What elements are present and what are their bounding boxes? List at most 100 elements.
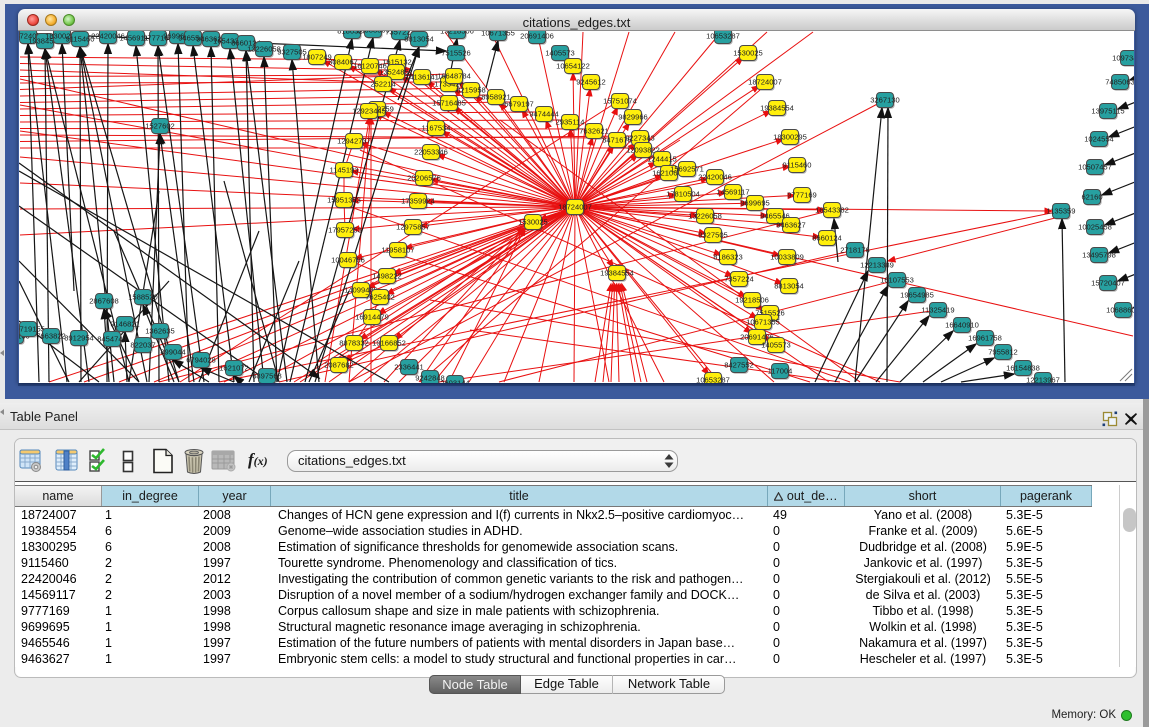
svg-text:1621072: 1621072 (219, 364, 249, 373)
svg-text:19384554: 19384554 (600, 269, 634, 278)
svg-text:7625402: 7625402 (365, 293, 395, 302)
svg-text:13975115: 13975115 (1091, 107, 1124, 116)
svg-text:1145193: 1145193 (330, 166, 359, 175)
svg-text:17957253: 17957253 (328, 226, 362, 235)
svg-text:9463627: 9463627 (776, 221, 806, 230)
svg-text:1362635: 1362635 (145, 327, 175, 336)
svg-text:6679197: 6679197 (504, 100, 534, 109)
svg-text:12213967: 12213967 (1026, 376, 1060, 383)
svg-text:8813054: 8813054 (774, 282, 804, 291)
svg-text:15951353: 15951353 (327, 196, 361, 205)
svg-text:10653287: 10653287 (696, 376, 730, 383)
svg-text:2603144: 2603144 (440, 379, 470, 383)
svg-text:16961758: 16961758 (968, 334, 1002, 343)
svg-text:9115460: 9115460 (783, 161, 812, 170)
svg-text:16640910: 16640910 (945, 321, 979, 330)
svg-text:7632621: 7632621 (579, 127, 609, 136)
svg-text:7663822: 7663822 (36, 332, 66, 341)
svg-text:9699695: 9699695 (740, 199, 770, 208)
svg-text:9829966: 9829966 (618, 113, 648, 122)
svg-text:12923445: 12923445 (352, 107, 386, 116)
svg-text:19218506: 19218506 (735, 296, 769, 305)
svg-text:19166852: 19166852 (372, 339, 406, 348)
svg-text:6897568: 6897568 (252, 372, 282, 381)
svg-text:7485063: 7485063 (1105, 78, 1134, 87)
svg-text:13495798: 13495798 (1082, 251, 1116, 260)
svg-text:1405573: 1405573 (545, 49, 575, 58)
svg-text:1135359: 1135359 (1047, 207, 1076, 216)
svg-text:13226058: 13226058 (247, 45, 281, 54)
svg-text:18724007: 18724007 (748, 78, 782, 87)
svg-text:10973493: 10973493 (1112, 54, 1134, 63)
svg-text:10688609: 10688609 (1106, 306, 1134, 315)
svg-text:12975857: 12975857 (396, 223, 430, 232)
svg-text:1024554: 1024554 (1084, 135, 1114, 144)
svg-text:10046766: 10046766 (331, 256, 365, 265)
svg-text:2087682: 2087682 (324, 361, 354, 370)
svg-text:7357224: 7357224 (724, 275, 754, 284)
svg-text:2935114: 2935114 (556, 118, 585, 127)
svg-text:17810504: 17810504 (666, 190, 700, 199)
svg-text:62160: 62160 (1081, 193, 1102, 202)
svg-text:252214: 252214 (370, 80, 395, 89)
svg-text:14569117: 14569117 (716, 188, 749, 197)
svg-text:18724007: 18724007 (558, 203, 592, 212)
svg-text:117004: 117004 (768, 367, 793, 376)
svg-text:899044: 899044 (160, 348, 185, 357)
svg-text:7515526: 7515526 (441, 49, 471, 58)
svg-text:16648784: 16648784 (437, 72, 471, 81)
svg-text:19654985: 19654985 (900, 291, 934, 300)
svg-text:10653287: 10653287 (706, 32, 740, 41)
svg-text:6794028: 6794028 (186, 356, 216, 365)
svg-text:1244415: 1244415 (647, 155, 677, 164)
svg-text:15716485: 15716485 (432, 99, 466, 108)
svg-text:19218506: 19218506 (440, 31, 474, 36)
svg-text:10671355: 10671355 (746, 318, 780, 327)
svg-text:11958107: 11958107 (381, 246, 414, 255)
svg-text:1530025: 1530025 (518, 218, 548, 227)
svg-text:822037: 822037 (130, 341, 155, 350)
svg-text:17359924: 17359924 (401, 197, 435, 206)
svg-text:10671355: 10671355 (481, 31, 515, 38)
svg-text:15751074: 15751074 (603, 97, 637, 106)
svg-text:2336441: 2336441 (394, 363, 424, 372)
svg-text:11325419: 11325419 (921, 306, 954, 315)
svg-text:7955812: 7955812 (988, 348, 1018, 357)
svg-text:22420046: 22420046 (698, 173, 732, 182)
svg-text:22053346: 22053346 (414, 148, 448, 157)
svg-text:15720407: 15720407 (1091, 279, 1125, 288)
svg-text:20206576: 20206576 (407, 174, 441, 183)
svg-text:19384554: 19384554 (760, 104, 794, 113)
svg-text:10654122: 10654122 (556, 62, 590, 71)
svg-text:2718176: 2718176 (840, 246, 870, 255)
svg-text:3267130: 3267130 (870, 96, 900, 105)
svg-text:16154838: 16154838 (1006, 364, 1040, 373)
svg-text:12213389: 12213389 (860, 261, 894, 270)
svg-text:9146821: 9146821 (110, 320, 140, 329)
svg-text:1498222: 1498222 (372, 272, 402, 281)
svg-text:9474444: 9474444 (529, 110, 559, 119)
svg-text:8912954: 8912954 (64, 334, 94, 343)
svg-text:9245612: 9245612 (576, 78, 606, 87)
svg-text:13226058: 13226058 (688, 212, 722, 221)
svg-text:9327505: 9327505 (698, 231, 728, 240)
svg-text:20691406: 20691406 (520, 32, 554, 41)
svg-text:16914479: 16914479 (355, 313, 389, 322)
svg-text:16107553: 16107553 (880, 276, 914, 285)
svg-text:1527602: 1527602 (145, 122, 175, 131)
svg-text:1167534: 1167534 (422, 124, 451, 133)
svg-text:2867608: 2867608 (89, 297, 119, 306)
svg-text:18300295: 18300295 (773, 133, 807, 142)
svg-text:9777169: 9777169 (787, 191, 817, 200)
svg-text:8186323: 8186323 (713, 253, 743, 262)
svg-text:12942737: 12942737 (337, 137, 371, 146)
svg-text:1405573: 1405573 (761, 341, 791, 350)
svg-text:8427552: 8427552 (724, 361, 754, 370)
svg-text:10025458: 10025458 (1078, 223, 1112, 232)
svg-text:9227343: 9227343 (625, 134, 655, 143)
svg-text:8454749: 8454749 (97, 335, 127, 344)
svg-text:1530025: 1530025 (733, 49, 763, 58)
svg-text:10033809: 10033809 (770, 253, 804, 262)
svg-text:8660124: 8660124 (812, 234, 842, 243)
svg-text:16543382: 16543382 (815, 206, 849, 215)
